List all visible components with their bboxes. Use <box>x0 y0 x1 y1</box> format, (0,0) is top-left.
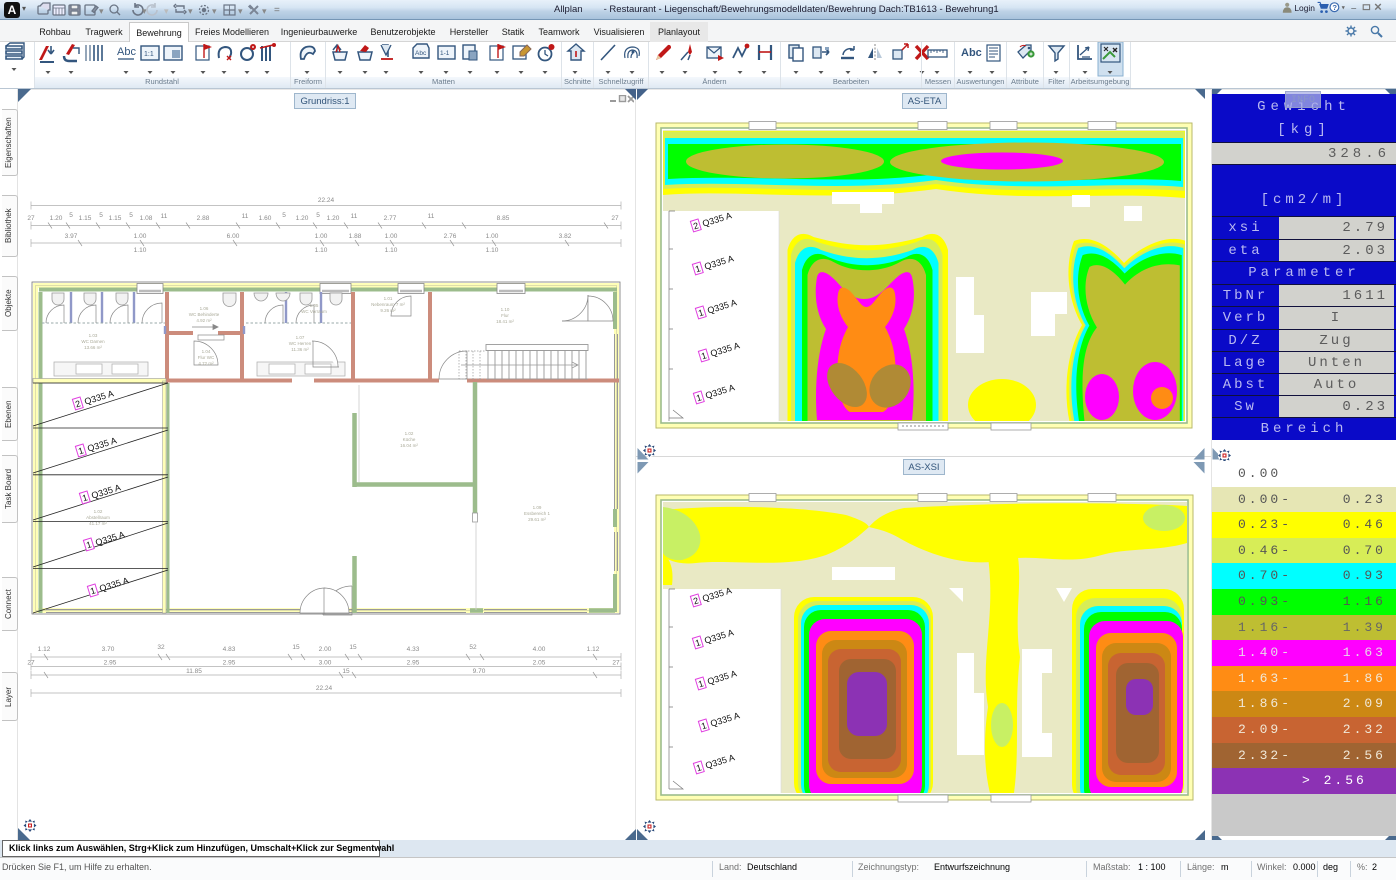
svg-text:▾: ▾ <box>1342 5 1345 12</box>
svg-text:▾: ▾ <box>99 6 104 16</box>
svg-text:▾: ▾ <box>238 6 243 16</box>
svg-text:=: = <box>274 5 280 16</box>
svg-text:▾: ▾ <box>142 6 147 16</box>
svg-text:–: – <box>1351 2 1356 12</box>
svg-text:▾: ▾ <box>188 6 193 16</box>
svg-text:▾: ▾ <box>262 6 267 16</box>
svg-text:▾: ▾ <box>164 6 169 16</box>
svg-text:▾: ▾ <box>212 6 217 16</box>
svg-text:Login: Login <box>1294 3 1315 13</box>
svg-text:?: ? <box>1332 3 1337 12</box>
